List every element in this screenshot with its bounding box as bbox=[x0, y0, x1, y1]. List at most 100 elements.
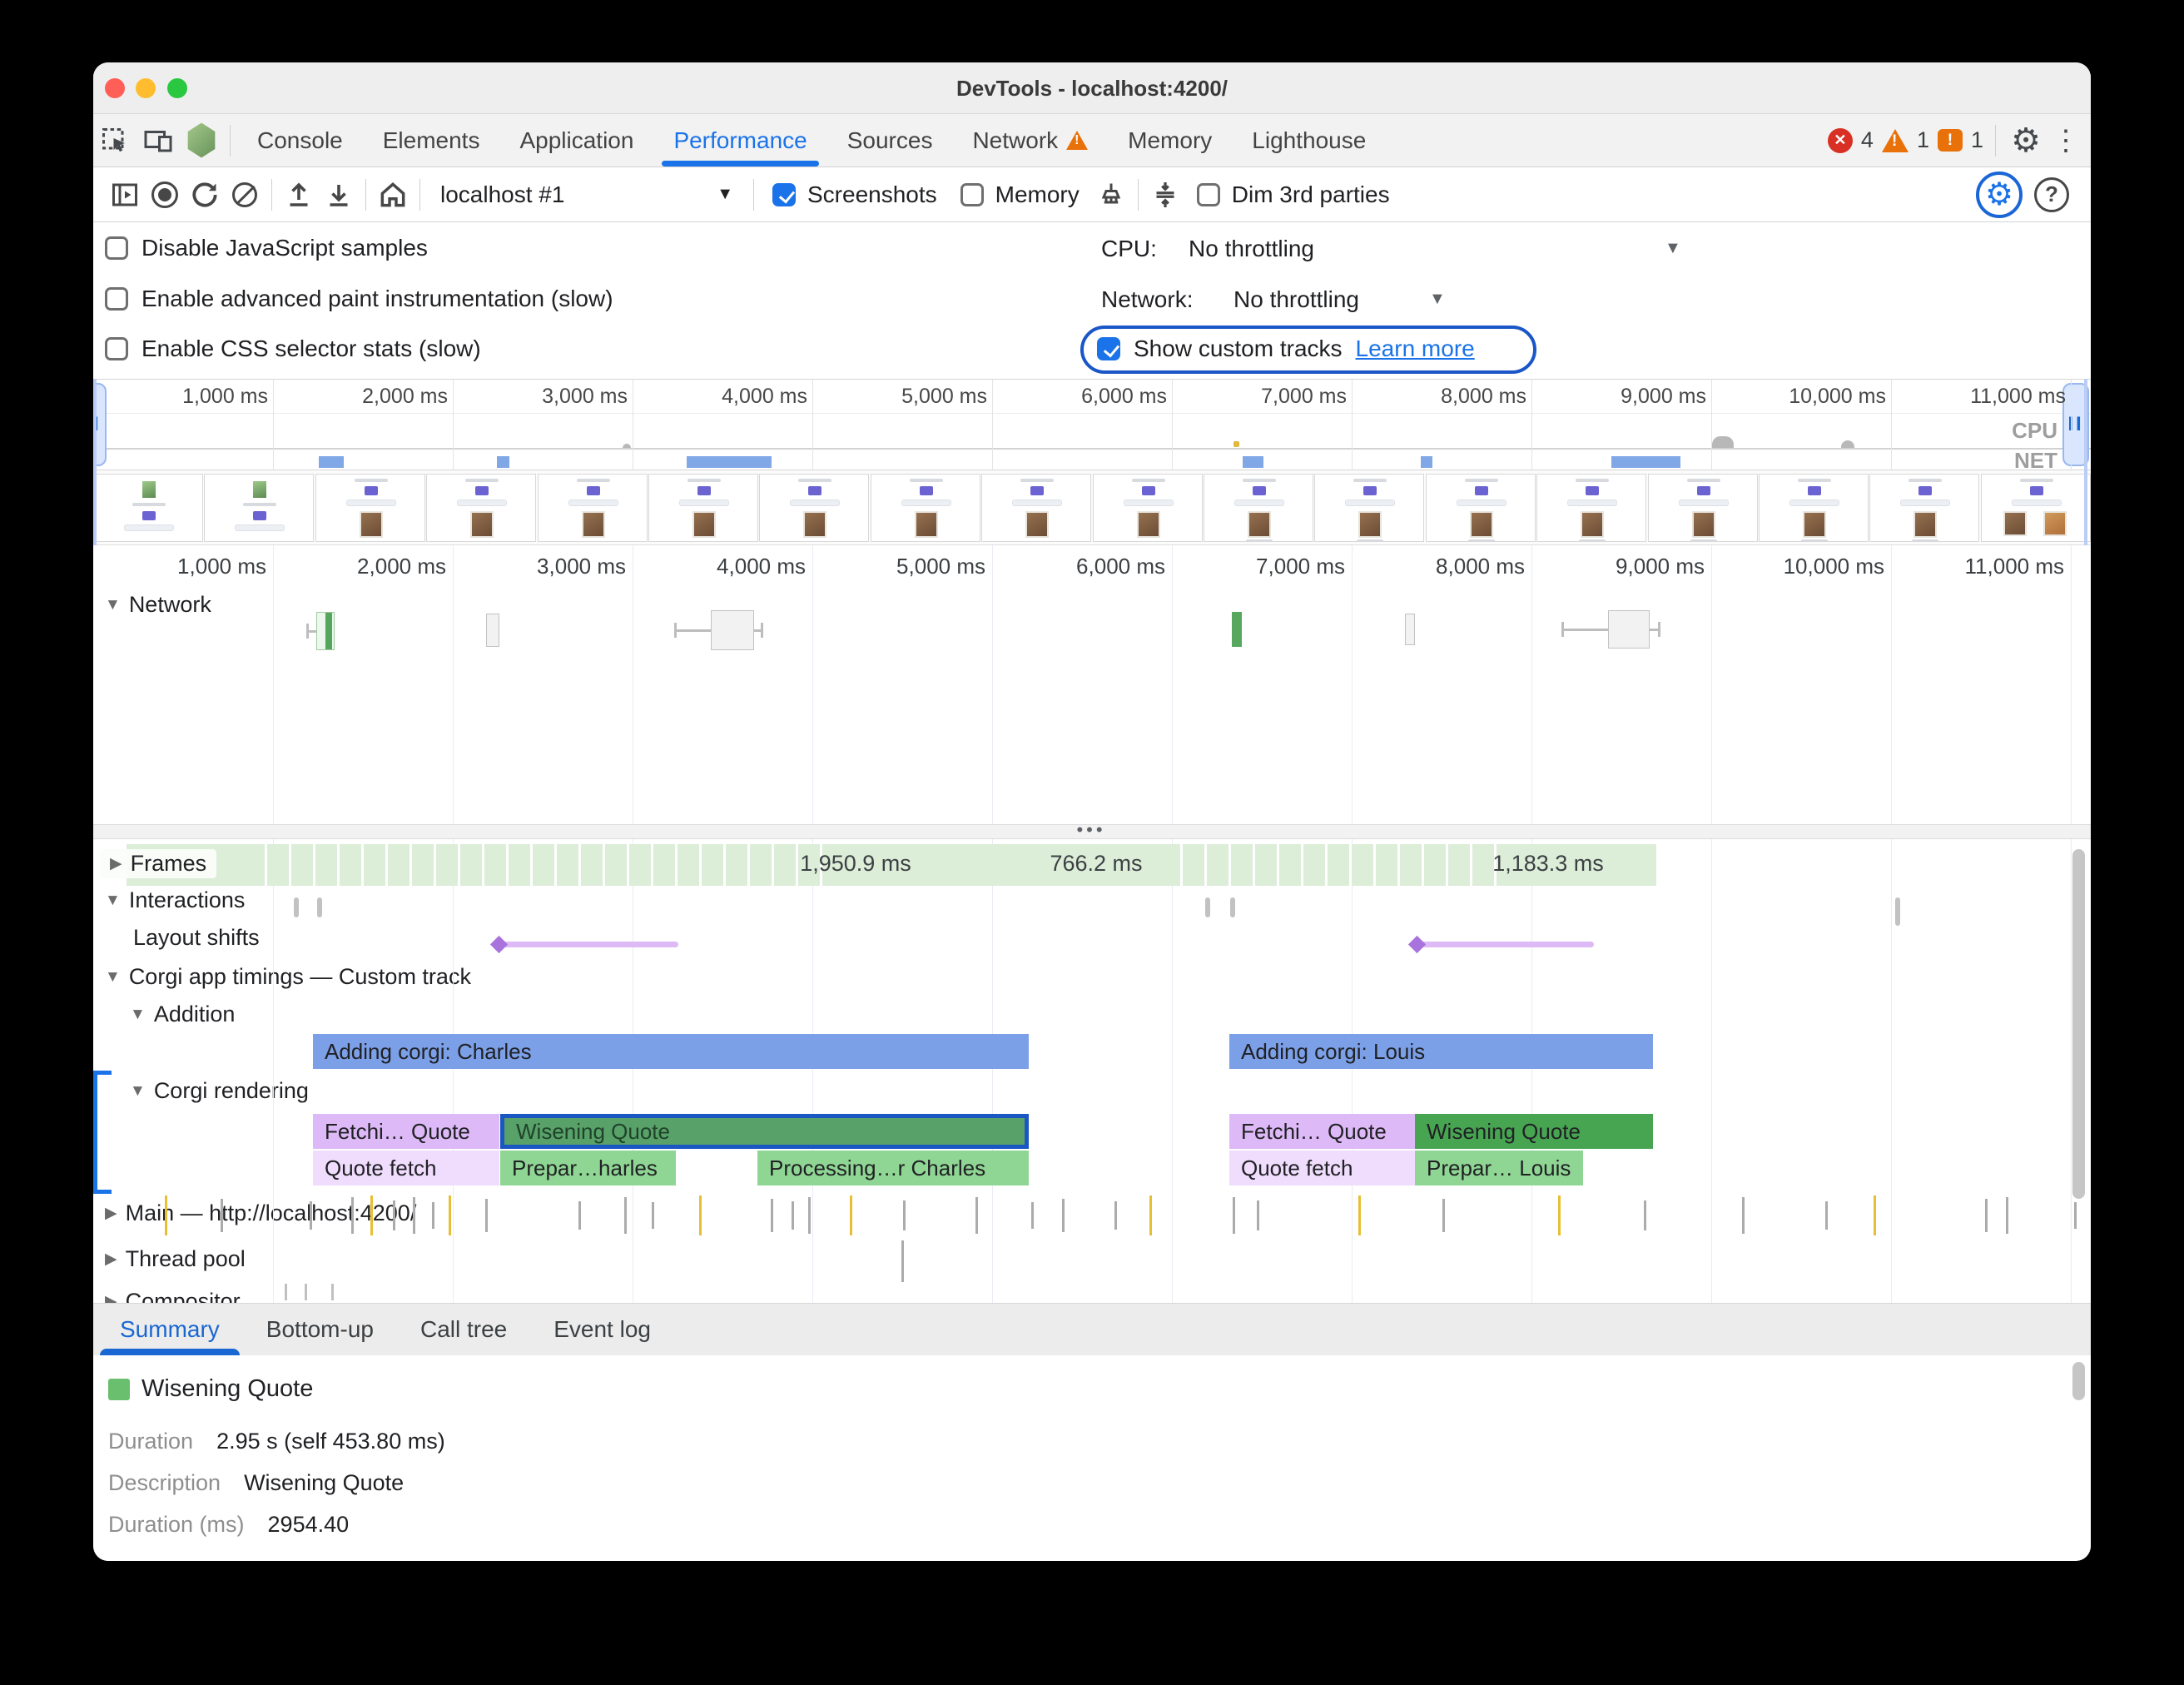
device-toolbar-icon[interactable] bbox=[136, 121, 180, 161]
dim-third-parties-checkbox[interactable]: Dim 3rd parties bbox=[1197, 181, 1390, 208]
inspect-element-icon[interactable] bbox=[93, 121, 136, 161]
interactions-track-header[interactable]: ▼ Interactions bbox=[105, 887, 245, 913]
screenshot-thumbnail[interactable] bbox=[1759, 474, 1869, 542]
screenshot-thumbnail[interactable] bbox=[1869, 474, 1979, 542]
upload-profile-icon[interactable] bbox=[279, 175, 319, 215]
screenshots-checkbox[interactable]: Screenshots bbox=[772, 181, 937, 208]
corgi-rendering-group-header[interactable]: ▼ Corgi rendering bbox=[130, 1078, 309, 1104]
screenshot-thumbnail[interactable] bbox=[204, 474, 314, 542]
interaction-mark[interactable] bbox=[294, 897, 299, 917]
screenshot-thumbnail[interactable] bbox=[759, 474, 869, 542]
overview-right-handle-strip[interactable] bbox=[2084, 379, 2087, 545]
addition-group-header[interactable]: ▼ Addition bbox=[130, 1002, 235, 1027]
screenshot-thumbnail[interactable] bbox=[1204, 474, 1313, 542]
tab-application[interactable]: Application bbox=[499, 114, 653, 167]
screenshot-thumbnail[interactable] bbox=[1648, 474, 1758, 542]
network-track-area[interactable]: ▼ Network 1,000 ms2,000 ms3,000 ms4,000 … bbox=[93, 545, 2091, 824]
flame-chart-area[interactable]: ▼ Interactions Layout shifts ▼ Corgi app… bbox=[93, 839, 2091, 1303]
interaction-mark[interactable] bbox=[1895, 897, 1900, 926]
advanced-paint-checkbox[interactable]: Enable advanced paint instrumentation (s… bbox=[105, 286, 613, 312]
issues-icon[interactable]: ! bbox=[1938, 129, 1963, 152]
custom-track-bar[interactable]: Prepar… Louis bbox=[1415, 1151, 1583, 1185]
help-icon[interactable]: ? bbox=[2034, 177, 2069, 212]
screenshot-thumbnail[interactable] bbox=[538, 474, 648, 542]
network-request[interactable] bbox=[1608, 610, 1650, 649]
compositor-track-header[interactable]: ▶ Compositor bbox=[105, 1289, 241, 1303]
frames-track-header[interactable]: ▶ Frames bbox=[100, 849, 216, 878]
home-icon[interactable] bbox=[373, 175, 413, 215]
show-custom-tracks-checkbox[interactable]: Show custom tracks Learn more bbox=[1097, 336, 1475, 362]
screenshot-thumbnail[interactable] bbox=[981, 474, 1091, 542]
learn-more-link[interactable]: Learn more bbox=[1356, 336, 1475, 362]
summary-scrollbar-thumb[interactable] bbox=[2072, 1362, 2085, 1400]
timeline-overview[interactable]: CPU NET II II 1,000 ms2,000 ms3,000 ms4,… bbox=[93, 379, 2091, 470]
css-selector-stats-checkbox[interactable]: Enable CSS selector stats (slow) bbox=[105, 336, 481, 362]
layout-shift-line[interactable] bbox=[499, 942, 678, 947]
screenshot-thumbnail[interactable] bbox=[315, 474, 425, 542]
custom-track-bar-selected[interactable]: Wisening Quote bbox=[500, 1114, 1029, 1149]
network-request[interactable] bbox=[711, 610, 754, 650]
custom-track-bar[interactable]: Quote fetch bbox=[1229, 1151, 1415, 1185]
custom-track-bar[interactable]: Quote fetch bbox=[313, 1151, 499, 1185]
screenshot-thumbnail[interactable] bbox=[1426, 474, 1536, 542]
clear-recording-icon[interactable] bbox=[225, 175, 265, 215]
network-request[interactable] bbox=[1232, 612, 1242, 647]
layout-shift-diamond[interactable] bbox=[1408, 936, 1426, 953]
thread-pool-track-header[interactable]: ▶ Thread pool bbox=[105, 1246, 246, 1272]
screenshot-thumbnail[interactable] bbox=[1981, 474, 2091, 542]
interaction-mark[interactable] bbox=[317, 897, 322, 917]
capture-settings-gear-icon[interactable]: ⚙ bbox=[1976, 171, 2023, 218]
custom-track-bar[interactable]: Fetchi… Quote bbox=[1229, 1114, 1415, 1149]
custom-track-header[interactable]: ▼ Corgi app timings — Custom track bbox=[105, 964, 471, 990]
download-profile-icon[interactable] bbox=[319, 175, 359, 215]
layout-shift-diamond[interactable] bbox=[490, 936, 508, 953]
layout-shift-line[interactable] bbox=[1417, 942, 1594, 947]
tab-network[interactable]: Network bbox=[952, 114, 1108, 167]
custom-track-bar[interactable]: Processing…r Charles bbox=[757, 1151, 1029, 1185]
tab-sources[interactable]: Sources bbox=[827, 114, 953, 167]
screenshot-thumbnail[interactable] bbox=[871, 474, 980, 542]
network-request[interactable] bbox=[1405, 614, 1415, 645]
history-select[interactable]: localhost #1 ▼ bbox=[432, 181, 742, 208]
tab-elements[interactable]: Elements bbox=[363, 114, 500, 167]
details-tab-bottom-up[interactable]: Bottom-up bbox=[243, 1304, 397, 1355]
layout-shifts-track-header[interactable]: Layout shifts bbox=[133, 925, 260, 951]
custom-track-bar[interactable]: Adding corgi: Charles bbox=[313, 1034, 1029, 1069]
disable-js-samples-checkbox[interactable]: Disable JavaScript samples bbox=[105, 235, 428, 261]
interaction-mark[interactable] bbox=[1205, 897, 1210, 917]
chevron-down-icon[interactable]: ▼ bbox=[1665, 239, 1681, 258]
screenshot-thumbnail[interactable] bbox=[426, 474, 536, 542]
issues-count[interactable]: 1 bbox=[1971, 127, 1983, 153]
tab-memory[interactable]: Memory bbox=[1108, 114, 1232, 167]
screenshot-thumbnail[interactable] bbox=[1314, 474, 1424, 542]
kebab-menu-icon[interactable]: ⋮ bbox=[2049, 117, 2082, 164]
screenshot-thumbnail[interactable] bbox=[93, 474, 203, 542]
details-tab-call-tree[interactable]: Call tree bbox=[397, 1304, 530, 1355]
details-tab-summary[interactable]: Summary bbox=[97, 1304, 243, 1355]
network-throttle-select[interactable]: No throttling bbox=[1233, 286, 1359, 313]
screenshot-thumbnail[interactable] bbox=[1536, 474, 1646, 542]
details-tab-event-log[interactable]: Event log bbox=[530, 1304, 674, 1355]
network-request[interactable] bbox=[316, 612, 335, 650]
network-track-header[interactable]: ▼ Network bbox=[105, 592, 211, 618]
custom-track-bar[interactable]: Adding corgi: Louis bbox=[1229, 1034, 1653, 1069]
pane-resize-handle[interactable]: ••• bbox=[93, 824, 2091, 839]
tab-console[interactable]: Console bbox=[237, 114, 363, 167]
collect-garbage-icon[interactable] bbox=[1091, 175, 1131, 215]
warnings-count[interactable]: 1 bbox=[1917, 127, 1929, 153]
warnings-icon[interactable] bbox=[1882, 129, 1909, 152]
shrink-timeline-icon[interactable] bbox=[1145, 175, 1185, 215]
tab-lighthouse[interactable]: Lighthouse bbox=[1232, 114, 1386, 167]
screenshot-thumbnail[interactable] bbox=[1093, 474, 1203, 542]
screenshot-thumbnail[interactable] bbox=[648, 474, 758, 542]
custom-track-bar[interactable]: Prepar…harles bbox=[500, 1151, 676, 1185]
chevron-down-icon[interactable]: ▼ bbox=[1429, 290, 1446, 309]
devtools-settings-gear-icon[interactable]: ⚙ bbox=[2003, 117, 2049, 164]
network-request[interactable] bbox=[486, 614, 499, 647]
tab-performance[interactable]: Performance bbox=[653, 114, 826, 167]
toggle-sidebar-icon[interactable] bbox=[105, 175, 145, 215]
cpu-throttle-select[interactable]: No throttling bbox=[1189, 236, 1314, 262]
custom-track-bar[interactable]: Fetchi… Quote bbox=[313, 1114, 499, 1149]
memory-checkbox[interactable]: Memory bbox=[960, 181, 1080, 208]
interaction-mark[interactable] bbox=[1230, 897, 1235, 917]
